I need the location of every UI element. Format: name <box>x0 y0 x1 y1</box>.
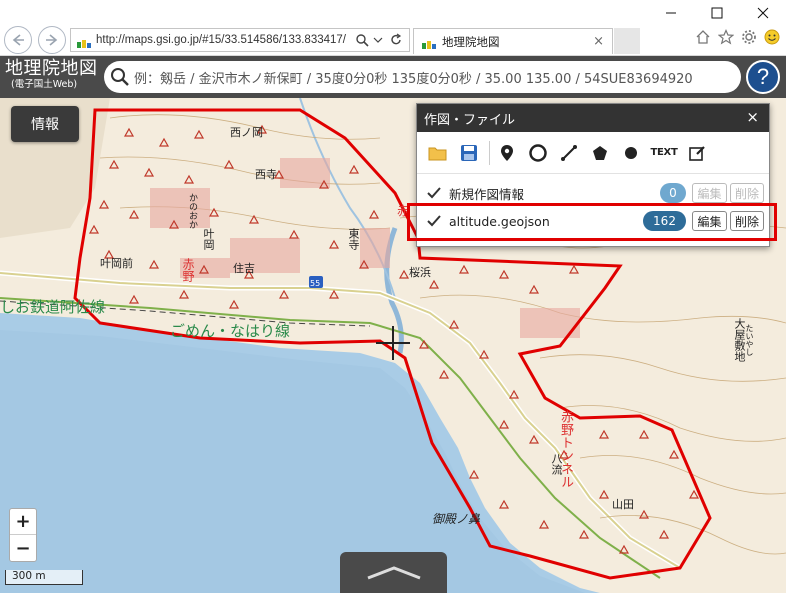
text-tool-button[interactable]: TEXT <box>649 140 679 166</box>
forward-arrow-icon <box>46 34 58 46</box>
drawing-toolbar: TEXT <box>417 132 769 174</box>
smiley-icon[interactable] <box>764 29 780 45</box>
zoom-control: + − <box>9 508 37 562</box>
new-tab-button[interactable] <box>614 28 640 54</box>
browser-tab[interactable]: 地理院地図 × <box>413 28 613 54</box>
logo-main-text: 地理院地図 <box>5 58 98 79</box>
help-button[interactable]: ? <box>746 60 780 94</box>
layer-delete-button[interactable]: 削除 <box>730 183 764 203</box>
zoom-in-button[interactable]: + <box>10 509 36 535</box>
site-logo[interactable]: 地理院地図 (電子国土Web) <box>5 58 98 91</box>
gsi-favicon-icon <box>77 35 91 48</box>
annotation-highlight-box <box>407 203 777 241</box>
save-disk-icon[interactable] <box>456 140 482 166</box>
footer-toggle-button[interactable] <box>340 552 447 593</box>
app: http://maps.gsi.go.jp/#15/33.514586/133.… <box>0 0 786 593</box>
map-label-kanooka-kana: かのおか <box>187 193 197 229</box>
search-icon[interactable] <box>355 33 369 47</box>
app-header: 地理院地図 (電子国土Web) 例：剱岳 / 金沢市木ノ新保町 / 35度0分0… <box>0 56 786 98</box>
gsi-favicon-icon <box>422 36 436 49</box>
zoom-out-button[interactable]: − <box>10 535 36 561</box>
map-label-sakurahama: 桜浜 <box>409 266 431 279</box>
address-bar[interactable]: http://maps.gsi.go.jp/#15/33.514586/133.… <box>70 28 410 52</box>
browser-bar: http://maps.gsi.go.jp/#15/33.514586/133.… <box>0 26 786 56</box>
place-search-input[interactable]: 例：剱岳 / 金沢市木ノ新保町 / 35度0分0秒 135度0分0秒 / 35.… <box>104 61 741 93</box>
search-icon <box>111 68 129 86</box>
map-label-nishinomaru: 西ノ岡 <box>230 126 263 139</box>
map-label-mitonohana: 御殿ノ鼻 <box>432 512 481 526</box>
layer-count-badge: 0 <box>660 183 686 203</box>
favorites-star-icon[interactable] <box>718 29 734 45</box>
open-folder-icon[interactable] <box>425 140 451 166</box>
back-button[interactable] <box>4 26 32 54</box>
scale-bar: 300 m <box>5 570 83 585</box>
toolbar-icons <box>695 29 780 45</box>
map-label-sumiyoshi: 住吉 <box>233 262 255 275</box>
chevron-down-icon[interactable] <box>373 35 383 45</box>
address-url: http://maps.gsi.go.jp/#15/33.514586/133.… <box>96 34 347 46</box>
logo-sub-text: (電子国土Web) <box>11 79 78 90</box>
search-placeholder: 例：剱岳 / 金沢市木ノ新保町 / 35度0分0秒 135度0分0秒 / 35.… <box>134 71 693 87</box>
line-tool-icon[interactable] <box>556 140 582 166</box>
info-button[interactable]: 情報 <box>11 106 79 142</box>
layer-edit-button[interactable]: 編集 <box>692 183 727 203</box>
map-label-hachiryu: 八流 <box>550 453 563 475</box>
refresh-icon[interactable] <box>389 33 403 47</box>
point-circle-tool-icon[interactable] <box>618 140 644 166</box>
edit-pencil-icon[interactable] <box>684 140 710 166</box>
map-label-obayashi-kana: たいやし <box>745 324 754 356</box>
map-label-yamada: 山田 <box>612 498 634 511</box>
panel-title: 作図・ファイル <box>424 112 516 128</box>
window-titlebar <box>0 0 786 26</box>
maximize-icon[interactable] <box>694 0 740 26</box>
map-label-akano: 赤野 <box>181 258 195 282</box>
toolbar-divider <box>489 140 490 165</box>
checkmark-icon[interactable] <box>425 184 443 202</box>
map-label-kanookamae: 叶岡前 <box>100 257 133 270</box>
close-window-icon[interactable] <box>740 0 786 26</box>
route-55-text: 55 <box>310 279 320 288</box>
polygon-tool-icon[interactable] <box>587 140 613 166</box>
tab-close-icon[interactable]: × <box>593 34 604 49</box>
tab-title: 地理院地図 <box>442 34 500 49</box>
panel-header: 作図・ファイル × <box>417 104 769 132</box>
circle-tool-icon[interactable] <box>525 140 551 166</box>
forward-button[interactable] <box>38 26 66 54</box>
map-label-nishitera: 西寺 <box>255 168 277 181</box>
home-icon[interactable] <box>695 29 711 45</box>
map-label-higashidera: 東寺 <box>347 228 360 250</box>
railway-name: ごめん・なはり線 <box>170 322 291 340</box>
minimize-icon[interactable] <box>648 0 694 26</box>
marker-pin-icon[interactable] <box>494 140 520 166</box>
map-label-kanooka: 叶岡 <box>202 228 215 250</box>
railway-name-prefix: しお鉄道阿佐線 <box>0 298 106 316</box>
back-arrow-icon <box>12 34 24 46</box>
layer-name: 新規作図情報 <box>449 186 525 202</box>
chevron-up-icon <box>366 565 421 579</box>
panel-close-icon[interactable]: × <box>746 108 759 126</box>
map-label-akano-tunnel: 赤野トンネル <box>558 410 573 488</box>
gear-icon[interactable] <box>741 29 757 45</box>
